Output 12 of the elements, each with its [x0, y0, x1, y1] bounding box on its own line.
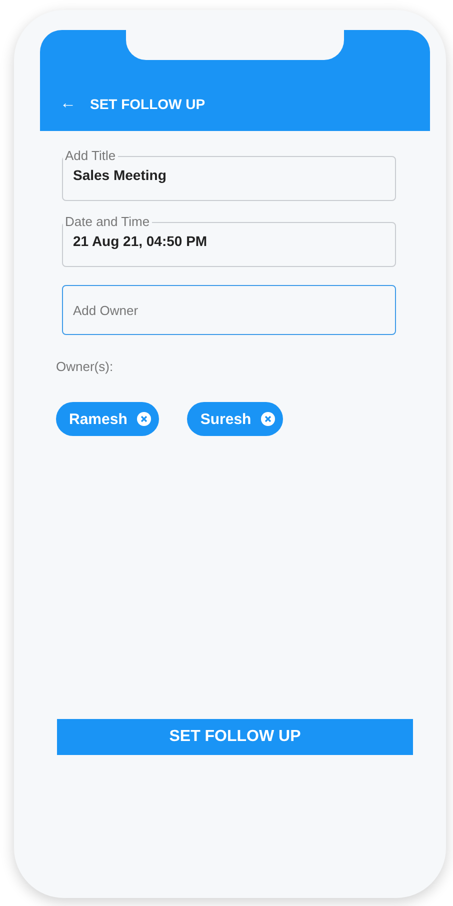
text-field[interactable]: Add Title Sales Meeting [62, 149, 396, 201]
field-input[interactable]: Sales Meeting [73, 163, 385, 183]
text-field[interactable]: Date and Time 21 Aug 21, 04:50 PM [62, 215, 396, 267]
owners-label: Owner(s): [56, 359, 114, 374]
field-label: Date and Time [64, 215, 151, 229]
remove-icon[interactable] [137, 412, 152, 426]
owner-field[interactable]: Add Owner [62, 285, 396, 335]
field-input[interactable]: Add Owner [73, 302, 385, 318]
screen-title: SET FOLLOW UP [90, 95, 206, 113]
field-label: Add Title [64, 149, 117, 163]
field-input[interactable]: 21 Aug 21, 04:50 PM [73, 229, 385, 249]
remove-icon[interactable] [261, 412, 276, 426]
